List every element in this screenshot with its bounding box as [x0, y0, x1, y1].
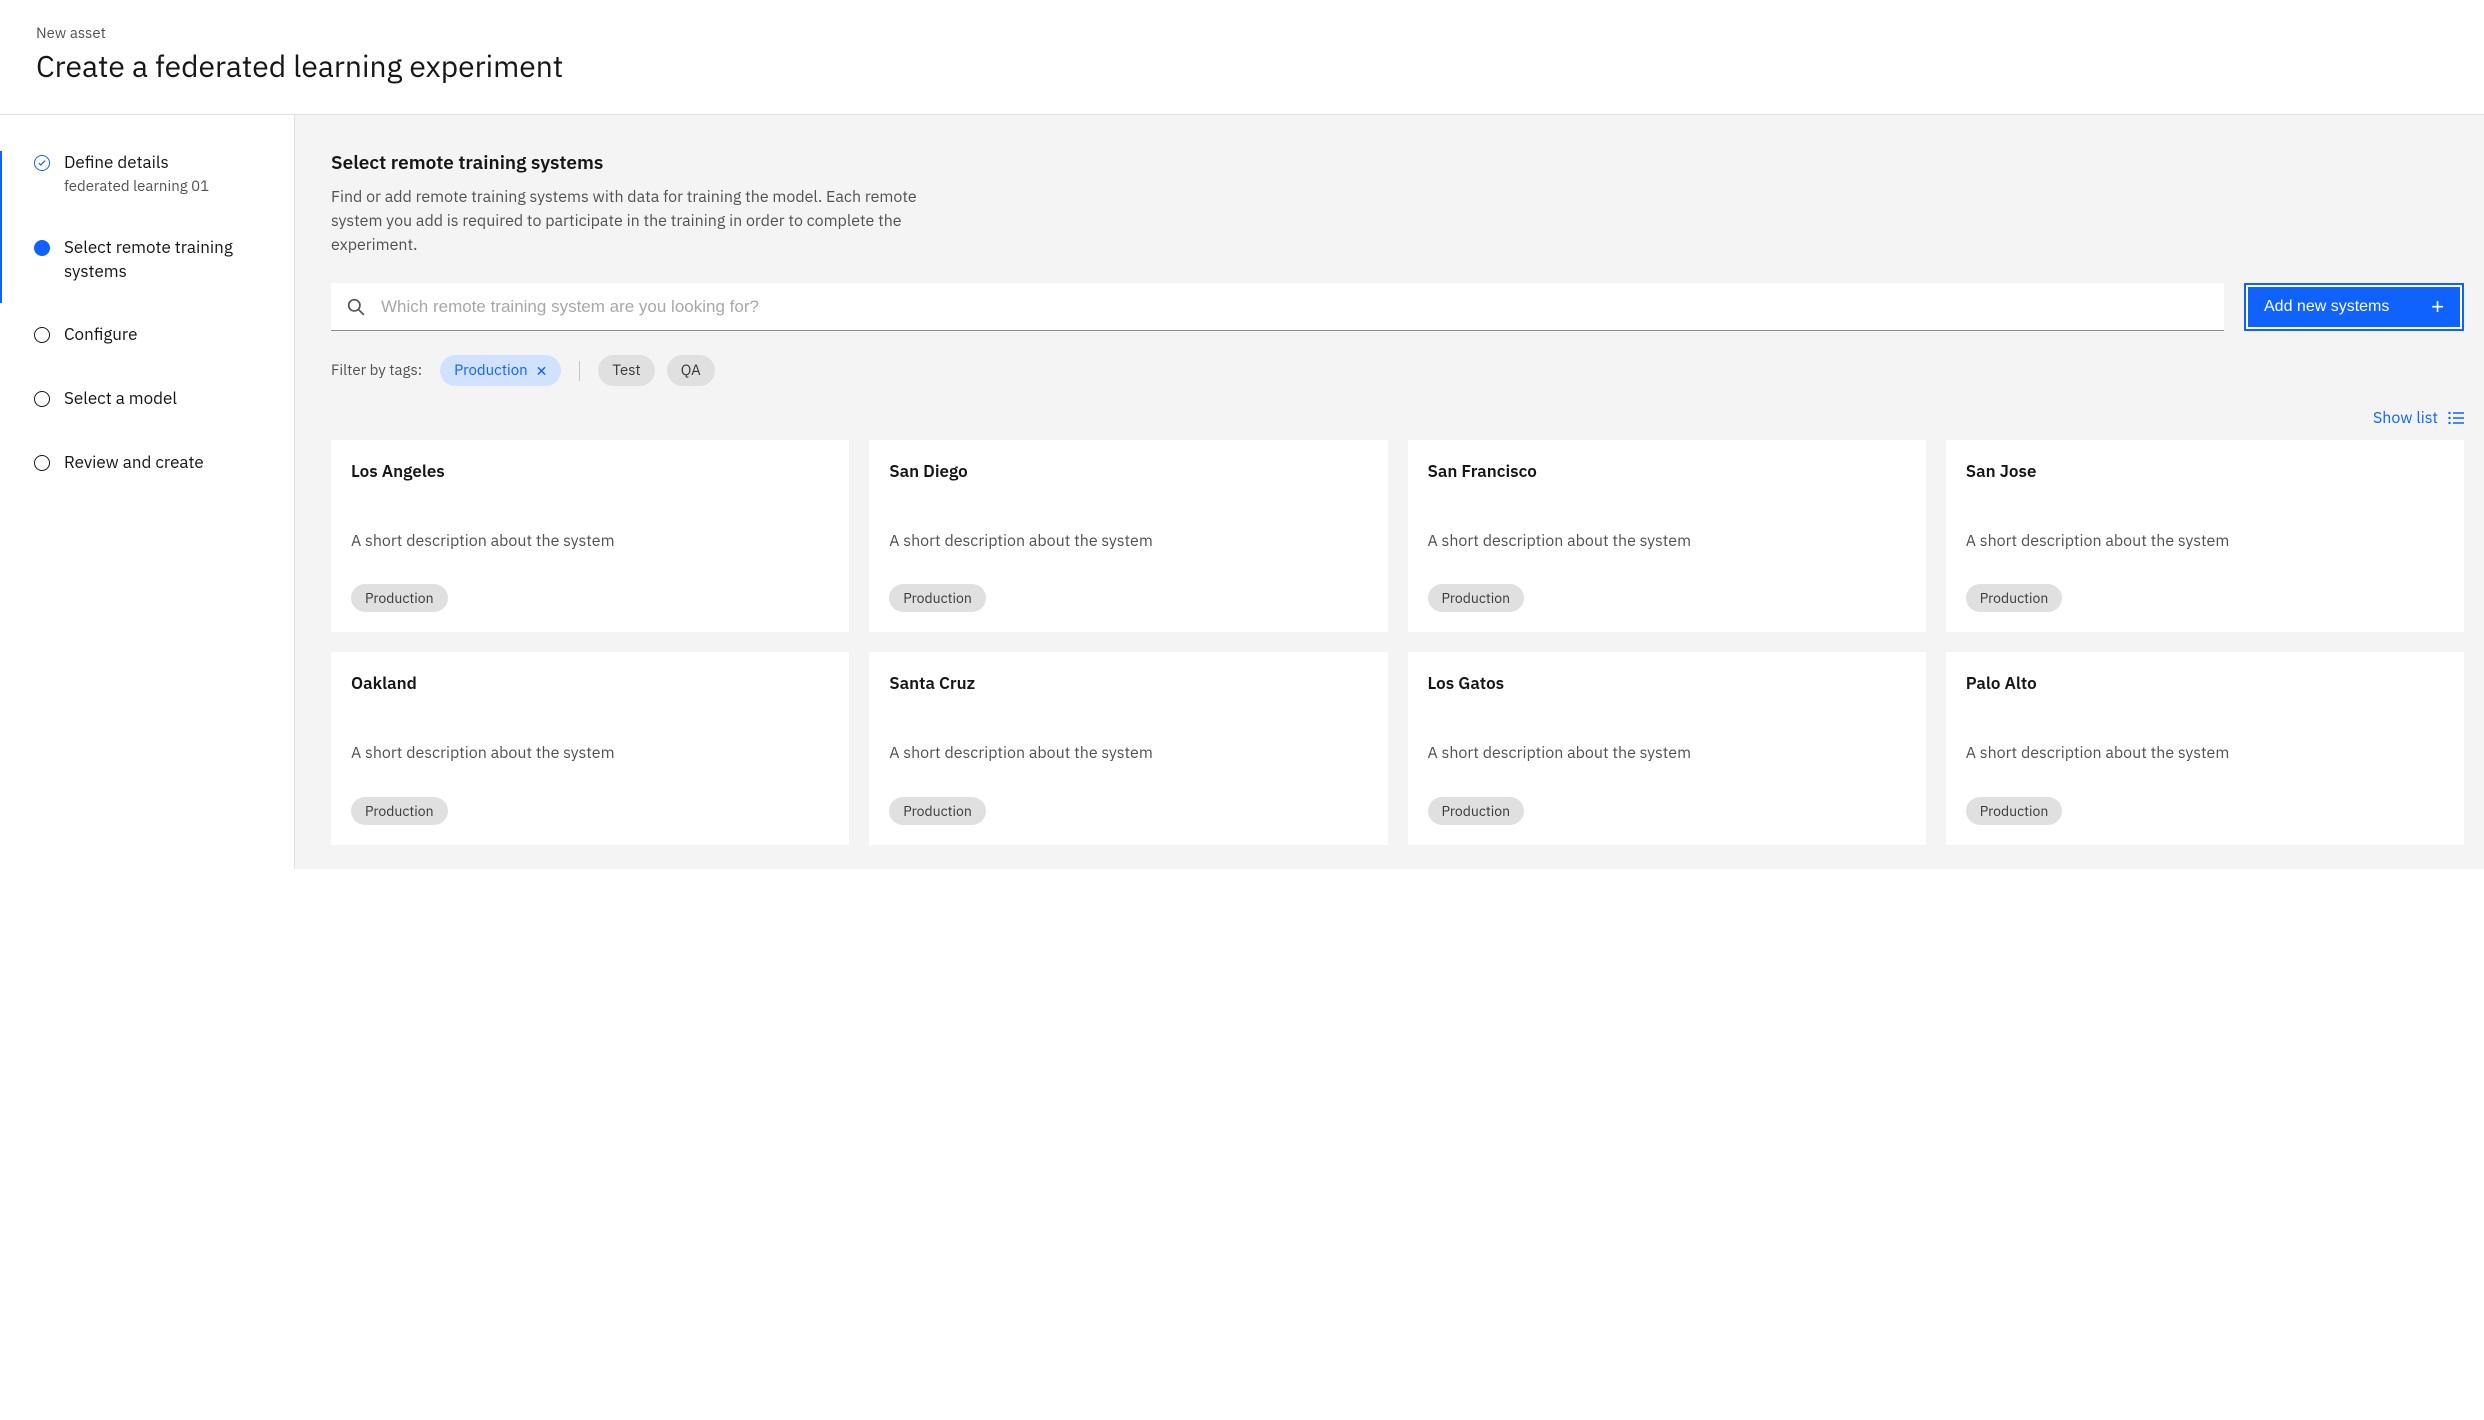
system-card[interactable]: San Francisco A short description about …	[1408, 440, 1926, 632]
system-card[interactable]: Oakland A short description about the sy…	[331, 652, 849, 844]
pending-circle-icon	[34, 455, 50, 471]
page-header: New asset Create a federated learning ex…	[0, 0, 2484, 115]
step-select-model[interactable]: Select a model	[34, 387, 294, 411]
system-card[interactable]: Los Gatos A short description about the …	[1408, 652, 1926, 844]
add-new-systems-button[interactable]: Add new systems +	[2244, 283, 2464, 331]
search-input[interactable]	[381, 297, 2208, 317]
pending-circle-icon	[34, 327, 50, 343]
step-define-details[interactable]: Define details federated learning 01	[34, 151, 294, 196]
step-review-create[interactable]: Review and create	[34, 451, 294, 475]
page-title: Create a federated learning experiment	[36, 47, 2448, 86]
active-dot-icon	[34, 240, 50, 256]
card-title: San Diego	[889, 460, 1367, 482]
filter-tag-production[interactable]: Production ✕	[440, 355, 561, 386]
step-label: Define details	[64, 151, 209, 175]
step-label: Select remote training systems	[64, 236, 294, 284]
step-label: Select a model	[64, 387, 177, 411]
section-title: Select remote training systems	[331, 151, 2464, 175]
card-tag: Production	[351, 584, 448, 612]
system-card-grid: Los Angeles A short description about th…	[331, 440, 2464, 845]
card-tag: Production	[889, 584, 986, 612]
search-icon	[347, 298, 365, 316]
card-description: A short description about the system	[1966, 742, 2444, 764]
card-title: San Jose	[1966, 460, 2444, 482]
system-card[interactable]: Santa Cruz A short description about the…	[869, 652, 1387, 844]
pending-circle-icon	[34, 391, 50, 407]
card-description: A short description about the system	[351, 742, 829, 764]
card-title: Oakland	[351, 672, 829, 694]
card-description: A short description about the system	[1428, 530, 1906, 552]
filter-row: Filter by tags: Production ✕ Test QA	[331, 355, 2464, 386]
card-title: San Francisco	[1428, 460, 1906, 482]
step-select-remote-systems[interactable]: Select remote training systems	[34, 236, 294, 284]
tag-label: Production	[454, 361, 527, 380]
card-tag: Production	[1428, 797, 1525, 825]
step-sidebar: Define details federated learning 01 Sel…	[0, 115, 295, 869]
card-tag: Production	[351, 797, 448, 825]
card-description: A short description about the system	[889, 742, 1367, 764]
section-description: Find or add remote training systems with…	[331, 185, 971, 257]
card-title: Palo Alto	[1966, 672, 2444, 694]
step-sublabel: federated learning 01	[64, 177, 209, 196]
filter-tag-test[interactable]: Test	[598, 355, 654, 386]
card-tag: Production	[1966, 797, 2063, 825]
add-button-label: Add new systems	[2264, 298, 2389, 316]
card-tag: Production	[1966, 584, 2063, 612]
system-card[interactable]: Palo Alto A short description about the …	[1946, 652, 2464, 844]
step-configure[interactable]: Configure	[34, 323, 294, 347]
card-description: A short description about the system	[1966, 530, 2444, 552]
card-description: A short description about the system	[1428, 742, 1906, 764]
list-icon	[2448, 411, 2464, 425]
divider	[579, 361, 580, 381]
system-card[interactable]: San Jose A short description about the s…	[1946, 440, 2464, 632]
show-list-link[interactable]: Show list	[2373, 408, 2464, 428]
tag-label: QA	[681, 361, 701, 380]
step-label: Review and create	[64, 451, 204, 475]
card-tag: Production	[889, 797, 986, 825]
card-description: A short description about the system	[351, 530, 829, 552]
filter-label: Filter by tags:	[331, 361, 422, 380]
breadcrumb: New asset	[36, 24, 2448, 43]
search-field-container[interactable]	[331, 283, 2224, 331]
card-description: A short description about the system	[889, 530, 1367, 552]
system-card[interactable]: Los Angeles A short description about th…	[331, 440, 849, 632]
filter-tag-qa[interactable]: QA	[667, 355, 715, 386]
card-tag: Production	[1428, 584, 1525, 612]
card-title: Los Gatos	[1428, 672, 1906, 694]
show-list-label: Show list	[2373, 408, 2438, 428]
plus-icon: +	[2431, 294, 2444, 320]
checkmark-icon	[34, 155, 50, 171]
step-label: Configure	[64, 323, 137, 347]
close-icon[interactable]: ✕	[536, 362, 548, 380]
card-title: Los Angeles	[351, 460, 829, 482]
card-title: Santa Cruz	[889, 672, 1367, 694]
system-card[interactable]: San Diego A short description about the …	[869, 440, 1387, 632]
tag-label: Test	[612, 361, 640, 380]
main-content: Select remote training systems Find or a…	[295, 115, 2484, 869]
